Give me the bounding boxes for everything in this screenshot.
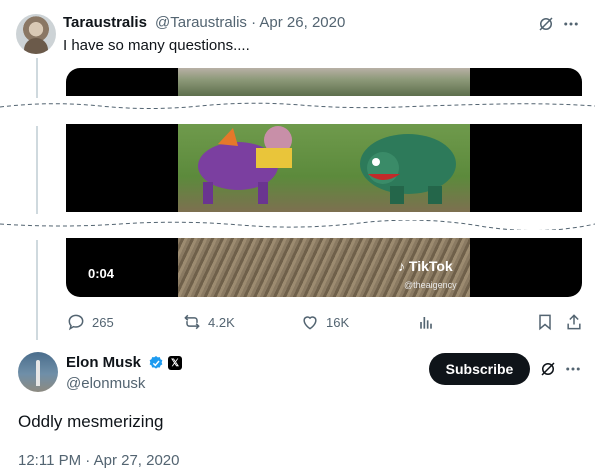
thread-connector — [36, 240, 38, 340]
reply-icon — [68, 314, 84, 331]
tiktok-handle: @theaigency — [404, 280, 457, 290]
grok-icon[interactable] — [538, 359, 558, 379]
views-icon — [420, 317, 432, 329]
bookmark-button[interactable] — [535, 312, 555, 332]
grok-icon[interactable] — [536, 14, 556, 34]
handle[interactable]: @elonmusk — [66, 375, 145, 392]
share-icon — [567, 314, 581, 330]
subscribe-button[interactable]: Subscribe — [429, 353, 530, 385]
video-frame — [178, 68, 470, 96]
like-icon — [303, 316, 317, 330]
verified-icon — [148, 355, 164, 371]
screenshot-break — [0, 217, 595, 232]
like-button[interactable]: 16K — [300, 312, 349, 332]
display-name[interactable]: Taraustralis — [63, 14, 147, 31]
views-button[interactable] — [416, 312, 436, 332]
video-timecode: 0:04 — [88, 266, 115, 281]
display-name[interactable]: Elon Musk — [66, 354, 141, 371]
more-icon[interactable] — [560, 14, 582, 34]
tiktok-watermark: ♪ TikTok — [398, 258, 453, 274]
retweet-count: 4.2K — [208, 314, 235, 330]
avatar[interactable] — [16, 14, 56, 54]
video-frame-bottom[interactable] — [66, 238, 582, 297]
thread-connector — [36, 126, 38, 214]
avatar[interactable] — [18, 352, 58, 392]
screenshot-break — [0, 98, 595, 109]
reply-button[interactable]: 265 — [66, 312, 114, 332]
video-frame — [178, 124, 470, 212]
tweet-timestamp[interactable]: 12:11 PM · Apr 27, 2020 — [18, 452, 180, 469]
reply-count: 265 — [92, 314, 114, 330]
x-affiliate-badge: 𝕏 — [168, 356, 182, 370]
retweet-icon — [184, 314, 200, 330]
tweet-text: I have so many questions.... — [63, 37, 250, 54]
tiktok-label: TikTok — [408, 258, 453, 274]
video-player[interactable] — [66, 68, 582, 96]
more-icon[interactable] — [562, 359, 584, 379]
handle-and-date[interactable]: @Taraustralis · Apr 26, 2020 — [155, 14, 345, 31]
like-count: 16K — [326, 314, 350, 330]
tweet-text: Oddly mesmerizing — [18, 412, 164, 431]
retweet-button[interactable]: 4.2K — [182, 312, 235, 332]
tiktok-icon: ♪ — [398, 258, 405, 274]
rocket-image — [36, 360, 40, 386]
video-frame-middle[interactable] — [66, 124, 582, 212]
bookmark-icon — [539, 314, 551, 331]
thread-connector — [36, 58, 38, 98]
share-button[interactable] — [564, 312, 584, 332]
